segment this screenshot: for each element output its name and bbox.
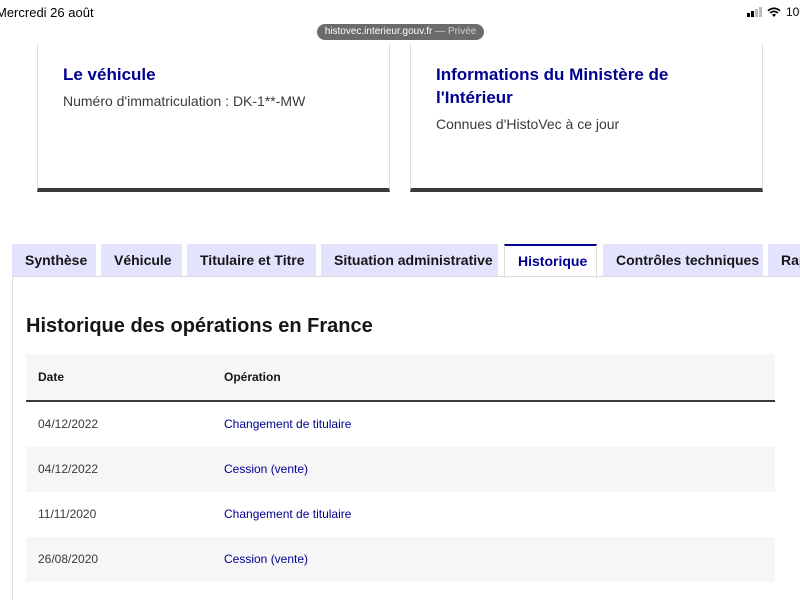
status-bar: Mercredi 26 août 100 [0, 0, 800, 26]
tab-situation-administrative[interactable]: Situation administrative [321, 244, 498, 277]
row-date: 04/12/2022 [38, 417, 99, 431]
tab-historique[interactable]: Historique [504, 244, 597, 278]
table-header: Date Opération [26, 354, 775, 402]
table-row: 04/12/2022 Changement de titulaire [26, 402, 775, 447]
tab-vehicule[interactable]: Véhicule [101, 244, 182, 277]
vehicle-card-title: Le véhicule [63, 65, 156, 84]
ministry-card-title-line1: Informations du Ministère de [436, 65, 669, 84]
vehicle-card: Le véhicule Numéro d'immatriculation : D… [37, 44, 390, 192]
status-date: Mercredi 26 août [0, 5, 94, 20]
header-date: Date [38, 370, 65, 384]
tab-rapport-truncated[interactable]: Rap [768, 244, 800, 277]
private-mode-label: — Privée [435, 26, 477, 37]
url-text: histovec.interieur.gouv.fr [324, 26, 433, 37]
row-operation: Changement de titulaire [224, 417, 352, 431]
url-bar[interactable]: histovec.interieur.gouv.fr — Privée [317, 24, 484, 40]
row-date: 26/08/2020 [38, 552, 99, 566]
ministry-card-text: Connues d'HistoVec à ce jour [436, 116, 620, 132]
ministry-card-title-line2: l'Intérieur [436, 88, 513, 107]
panel-left-border [12, 276, 13, 600]
signal-icon [746, 7, 762, 17]
registration-number: Numéro d'immatriculation : DK-1**-MW [63, 93, 306, 109]
panel-top-border [12, 276, 800, 277]
status-indicators: 100 [746, 5, 800, 19]
tab-synthese[interactable]: Synthèse [12, 244, 96, 277]
section-title: Historique des opérations en France [26, 315, 373, 337]
table-row: 11/11/2020 Changement de titulaire [26, 492, 775, 537]
tab-titulaire-titre[interactable]: Titulaire et Titre [187, 244, 316, 277]
wifi-icon [767, 6, 781, 17]
row-date: 11/11/2020 [38, 507, 97, 521]
header-operation: Opération [224, 370, 281, 384]
row-operation: Cession (vente) [224, 552, 309, 566]
tab-bar: Synthèse Véhicule Titulaire et Titre Sit… [0, 244, 800, 278]
battery-percent: 100 [785, 5, 800, 19]
row-date: 04/12/2022 [38, 462, 99, 476]
ministry-card: Informations du Ministère de l'Intérieur… [410, 44, 763, 192]
table-row: 26/08/2020 Cession (vente) [26, 537, 775, 582]
tab-controles-techniques[interactable]: Contrôles techniques [603, 244, 763, 277]
operations-table: Date Opération 04/12/2022 Changement de … [26, 354, 775, 582]
row-operation: Cession (vente) [224, 462, 309, 476]
table-row: 04/12/2022 Cession (vente) [26, 447, 775, 492]
row-operation: Changement de titulaire [224, 507, 352, 521]
